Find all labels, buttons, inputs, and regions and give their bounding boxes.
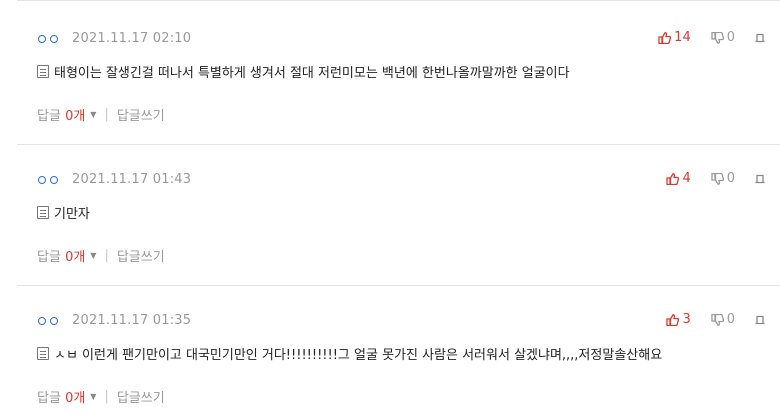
thumbs-down-icon xyxy=(711,313,724,326)
reply-count: 0개 xyxy=(65,250,86,265)
thumbs-up-icon xyxy=(666,172,680,185)
reply-label: 답글 xyxy=(37,391,61,406)
write-reply-link[interactable]: 답글쓰기 xyxy=(117,246,165,265)
comment-body: 태형이는 잘생긴걸 떠나서 특별하게 생겨서 절대 저런미모는 백년에 한번나올… xyxy=(37,62,570,81)
caret-down-icon[interactable]: ▼ xyxy=(90,110,96,119)
reply-actions: 답글 0개 ▼ | 답글쓰기 xyxy=(37,387,165,406)
reply-actions: 답글 0개 ▼ | 답글쓰기 xyxy=(37,246,165,265)
comment-body: 기만자 xyxy=(37,203,90,222)
dislike-count: 0 xyxy=(726,30,735,45)
comment-meta: 2021.11.17 02:10 xyxy=(38,31,191,46)
comment-date: 2021.11.17 01:43 xyxy=(72,172,192,187)
like-button[interactable]: 3 xyxy=(666,312,691,327)
comment-item: 2021.11.17 01:43 4 0 기만자 답글 0개 ▼ | 답글쓰기 xyxy=(17,145,780,286)
comment-date: 2021.11.17 01:35 xyxy=(72,313,192,328)
write-reply-link[interactable]: 답글쓰기 xyxy=(117,105,165,124)
report-icon xyxy=(755,174,765,183)
report-button[interactable] xyxy=(755,315,765,325)
separator: | xyxy=(104,107,109,122)
report-icon xyxy=(755,33,765,42)
reply-toggle[interactable]: 답글 0개 xyxy=(37,246,85,265)
nickname-circles-icon[interactable] xyxy=(38,175,58,184)
reply-toggle[interactable]: 답글 0개 xyxy=(37,105,85,124)
like-count: 14 xyxy=(674,30,691,45)
comment-meta: 2021.11.17 01:35 xyxy=(38,313,191,328)
top-divider xyxy=(17,0,780,1)
like-button[interactable]: 4 xyxy=(666,171,691,186)
separator: | xyxy=(104,248,109,263)
document-icon xyxy=(37,347,49,360)
caret-down-icon[interactable]: ▼ xyxy=(90,392,96,401)
report-button[interactable] xyxy=(755,33,765,43)
like-count: 3 xyxy=(682,312,691,327)
like-button[interactable]: 14 xyxy=(658,30,691,45)
like-count: 4 xyxy=(682,171,691,186)
reply-label: 답글 xyxy=(37,109,61,124)
thumbs-down-icon xyxy=(711,172,724,185)
reply-count: 0개 xyxy=(65,391,86,406)
vote-group: 14 0 xyxy=(658,30,765,45)
thumbs-up-icon xyxy=(666,313,680,326)
thumbs-down-icon xyxy=(711,31,724,44)
comment-date: 2021.11.17 02:10 xyxy=(72,31,192,46)
caret-down-icon[interactable]: ▼ xyxy=(90,251,96,260)
comment-text: 태형이는 잘생긴걸 떠나서 특별하게 생겨서 절대 저런미모는 백년에 한번나올… xyxy=(54,66,570,81)
comment-meta: 2021.11.17 01:43 xyxy=(38,172,191,187)
dislike-button[interactable]: 0 xyxy=(711,30,735,45)
reply-actions: 답글 0개 ▼ | 답글쓰기 xyxy=(37,105,165,124)
comment-text: 기만자 xyxy=(54,207,90,222)
vote-group: 4 0 xyxy=(666,171,765,186)
comment-text: ㅅㅂ 이런게 팬기만이고 대국민기만인 거다!!!!!!!!!!그 얼굴 못가진… xyxy=(54,348,663,363)
comment-item: 2021.11.17 02:10 14 0 태형이는 잘생긴걸 떠나서 특별하게… xyxy=(17,4,780,145)
comment-item: 2021.11.17 01:35 3 0 ㅅㅂ 이런게 팬기만이고 대국민기만인… xyxy=(17,286,780,419)
nickname-circles-icon[interactable] xyxy=(38,316,58,325)
reply-label: 답글 xyxy=(37,250,61,265)
dislike-button[interactable]: 0 xyxy=(711,171,735,186)
report-icon xyxy=(755,315,765,324)
write-reply-link[interactable]: 답글쓰기 xyxy=(117,387,165,406)
separator: | xyxy=(104,389,109,404)
vote-group: 3 0 xyxy=(666,312,765,327)
document-icon xyxy=(37,65,49,78)
dislike-count: 0 xyxy=(726,171,735,186)
reply-count: 0개 xyxy=(65,109,86,124)
dislike-button[interactable]: 0 xyxy=(711,312,735,327)
reply-toggle[interactable]: 답글 0개 xyxy=(37,387,85,406)
comment-body: ㅅㅂ 이런게 팬기만이고 대국민기만인 거다!!!!!!!!!!그 얼굴 못가진… xyxy=(37,344,662,363)
report-button[interactable] xyxy=(755,174,765,184)
dislike-count: 0 xyxy=(726,312,735,327)
document-icon xyxy=(37,206,49,219)
nickname-circles-icon[interactable] xyxy=(38,34,58,43)
thumbs-up-icon xyxy=(658,31,672,44)
